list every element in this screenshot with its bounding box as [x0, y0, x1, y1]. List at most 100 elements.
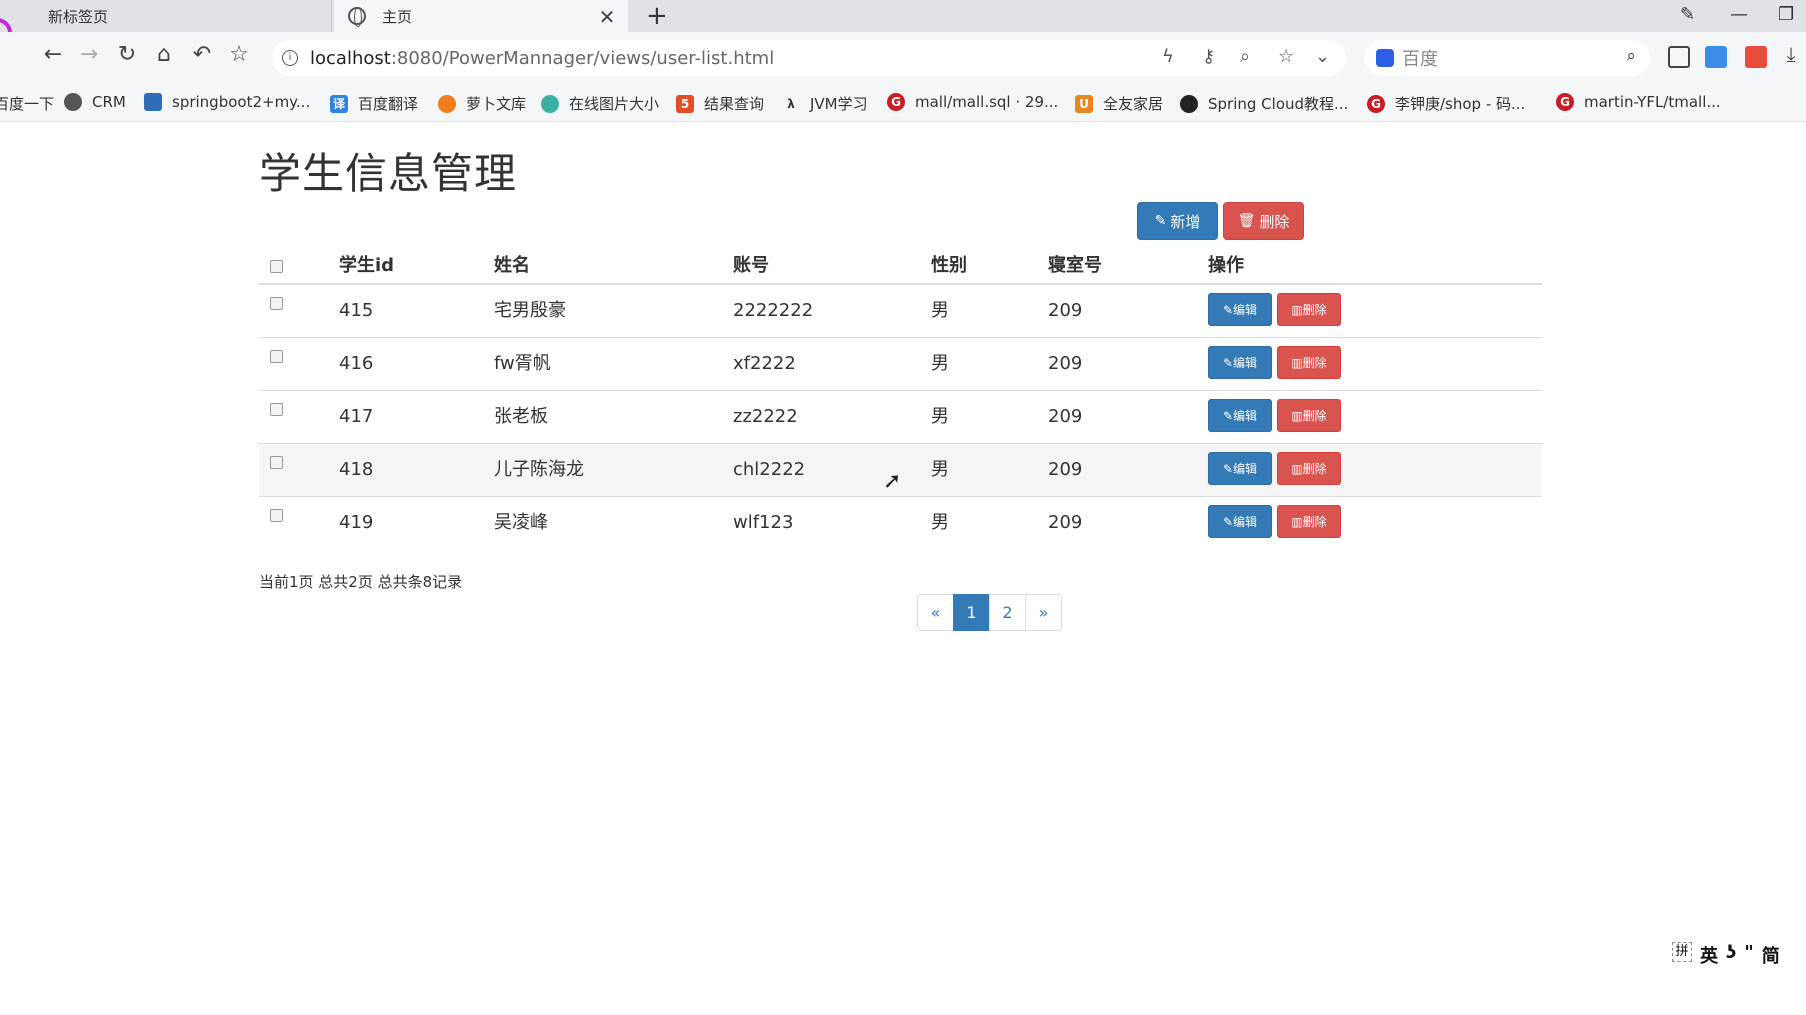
row-delete-button[interactable]: ▥ 删除: [1277, 399, 1341, 432]
pencil-icon: ✎: [1222, 461, 1234, 476]
student-account: chl2222: [733, 459, 806, 480]
pdf-icon[interactable]: [1745, 46, 1767, 68]
trash-icon: 🗑: [1237, 213, 1256, 229]
edit-button[interactable]: ✎ 编辑: [1208, 399, 1272, 432]
bookmark-item[interactable]: λ JVM学习: [782, 93, 867, 114]
add-button[interactable]: ✎ 新增: [1137, 202, 1218, 240]
new-tab-button[interactable]: +: [646, 1, 668, 31]
ime-pinyin-button[interactable]: 拼: [1672, 942, 1692, 962]
pencil-icon: ✎: [1222, 408, 1234, 423]
edit-button[interactable]: ✎ 编辑: [1208, 505, 1272, 539]
trash-icon: ▥: [1291, 355, 1303, 370]
carrot-icon: [438, 94, 456, 113]
bookmark-item[interactable]: G 李钾庚/shop - 码...: [1367, 93, 1525, 114]
minimize-button[interactable]: —: [1730, 4, 1748, 25]
trash-icon: ▥: [1291, 408, 1303, 423]
bookmark-item[interactable]: springboot2+my...: [144, 93, 310, 111]
prev-page-button[interactable]: «: [917, 594, 954, 631]
bookmark-item[interactable]: 萝卜文库: [438, 93, 526, 114]
tab-label: 主页: [382, 7, 413, 26]
qr-grid-icon[interactable]: [1668, 46, 1690, 68]
back-icon[interactable]: ←: [38, 42, 68, 67]
student-table: 学生id 姓名 账号 性别 寝室号 操作 415 宅男殷豪 2222222 男 …: [259, 244, 1542, 549]
page-button-1[interactable]: 1: [953, 594, 990, 631]
search-box[interactable]: 百度 ⌕: [1364, 40, 1650, 76]
next-page-button[interactable]: »: [1025, 594, 1062, 631]
reload-icon[interactable]: ↻: [112, 42, 142, 67]
student-room: 209: [1048, 512, 1083, 534]
bookmark-item[interactable]: CRM: [64, 93, 126, 111]
bookmark-star-icon[interactable]: ☆: [1278, 46, 1294, 67]
tab-home[interactable]: 主页 ✕: [334, 0, 628, 32]
page-title: 学生信息管理: [259, 149, 518, 198]
bookmark-item[interactable]: U 全友家居: [1075, 93, 1163, 114]
ime-english-button[interactable]: 英: [1700, 942, 1718, 968]
bookmark-item[interactable]: 译百度翻译: [330, 93, 418, 114]
key-icon[interactable]: ⚷: [1202, 46, 1215, 67]
edit-button[interactable]: ✎ 编辑: [1208, 293, 1272, 327]
translate-icon: 译: [330, 94, 348, 113]
page-button-2[interactable]: 2: [989, 594, 1026, 631]
lightning-icon[interactable]: ϟ: [1162, 46, 1174, 67]
translate-ext-icon[interactable]: [1705, 46, 1727, 68]
pagination: « 1 2 »: [917, 594, 1062, 631]
table-row: 415 宅男殷豪 2222222 男 209 ✎ 编辑 ▥ 删除: [259, 283, 1542, 337]
info-icon[interactable]: i: [282, 50, 298, 66]
row-checkbox[interactable]: [270, 508, 283, 522]
ime-moon-icon[interactable]: ʖ: [1726, 942, 1736, 968]
row-checkbox[interactable]: [270, 296, 283, 310]
chevron-down-icon[interactable]: ⌄: [1315, 46, 1330, 67]
search-icon[interactable]: ⌕: [1626, 46, 1636, 66]
bookmark-item[interactable]: 百度一下: [0, 93, 54, 114]
close-icon[interactable]: ✕: [596, 5, 618, 29]
student-room: 209: [1048, 300, 1083, 322]
row-checkbox[interactable]: [270, 402, 283, 416]
student-name: 宅男殷豪: [494, 299, 566, 321]
gitee-icon: G: [1556, 93, 1574, 111]
row-delete-button[interactable]: ▥ 删除: [1277, 505, 1341, 539]
forward-icon[interactable]: →: [74, 42, 104, 67]
bookmark-item[interactable]: 5 结果查询: [676, 93, 764, 114]
column-header: 操作: [1208, 244, 1542, 285]
ime-simplified-button[interactable]: 简: [1762, 942, 1780, 968]
row-delete-button[interactable]: ▥ 删除: [1277, 346, 1341, 379]
select-all-checkbox[interactable]: [270, 260, 283, 273]
gitee-icon: G: [1367, 94, 1385, 113]
ime-punct-button[interactable]: ": [1744, 942, 1753, 968]
table-row: 419 吴凌峰 wlf123 男 209 ✎ 编辑 ▥ 删除: [259, 495, 1542, 549]
url-bar[interactable]: i localhost :8080/PowerMannager/views/us…: [272, 40, 1346, 76]
tab-new-tab[interactable]: 新标签页: [0, 0, 332, 32]
student-account: xf2222: [733, 353, 796, 374]
row-checkbox[interactable]: [270, 455, 283, 469]
restore-button[interactable]: ❐: [1778, 4, 1794, 25]
notes-icon[interactable]: ✎: [1680, 4, 1695, 25]
download-icon[interactable]: ⤓: [1776, 42, 1806, 66]
pencil-icon: ✎: [1222, 302, 1234, 317]
zoom-icon[interactable]: ⌕: [1240, 46, 1250, 67]
student-id: 415: [339, 300, 374, 322]
column-header: 姓名: [494, 244, 733, 285]
bookmark-item[interactable]: 在线图片大小: [541, 93, 659, 114]
add-label: 新增: [1170, 212, 1201, 231]
bookmark-item[interactable]: Spring Cloud教程...: [1180, 93, 1348, 114]
github-icon: [1180, 94, 1198, 113]
bookmark-item[interactable]: Gmall/mall.sql · 29...: [887, 93, 1058, 111]
table-row: 416 fw胥帆 xf2222 男 209 ✎ 编辑 ▥ 删除: [259, 336, 1542, 390]
delete-label: 删除: [1259, 212, 1290, 231]
pencil-icon: ✎: [1154, 213, 1167, 229]
star-icon[interactable]: ☆: [224, 42, 254, 67]
edit-button[interactable]: ✎ 编辑: [1208, 346, 1272, 379]
delete-button[interactable]: 🗑 删除: [1223, 202, 1304, 240]
lambda-icon: λ: [787, 96, 795, 111]
home-icon[interactable]: ⌂: [149, 42, 179, 67]
row-delete-button[interactable]: ▥ 删除: [1277, 293, 1341, 327]
ime-toolbar: 拼 英 ʖ " 简: [1672, 942, 1780, 968]
row-delete-button[interactable]: ▥ 删除: [1277, 452, 1341, 485]
bookmark-item[interactable]: Gmartin-YFL/tmall...: [1556, 93, 1721, 111]
trash-icon: ▥: [1291, 302, 1303, 317]
pencil-icon: ✎: [1222, 514, 1234, 529]
student-id: 419: [339, 512, 374, 534]
edit-button[interactable]: ✎ 编辑: [1208, 452, 1272, 485]
undo-icon[interactable]: ↶: [187, 42, 217, 67]
row-checkbox[interactable]: [270, 349, 283, 363]
